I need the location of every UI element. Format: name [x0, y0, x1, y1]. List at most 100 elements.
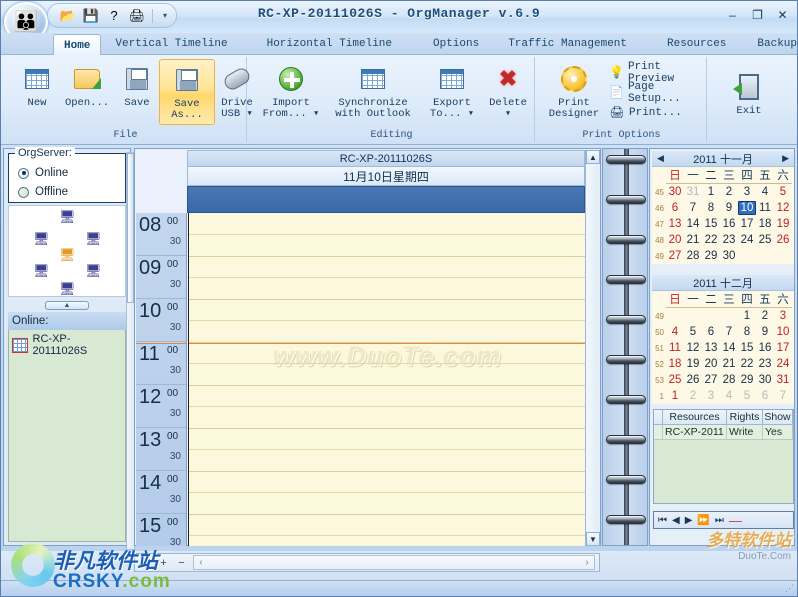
calendar-day[interactable]: 14: [720, 342, 738, 354]
scroll-down-button[interactable]: ▼: [586, 532, 600, 546]
calendar-day[interactable]: 14: [684, 218, 702, 230]
zoom-in-button[interactable]: +: [157, 557, 170, 569]
scrollbar-thumb[interactable]: [127, 153, 134, 303]
tab-horizontal-timeline[interactable]: Horizontal Timeline: [257, 33, 402, 55]
tab-resources[interactable]: Resources: [657, 33, 736, 55]
tab-backup[interactable]: Backup: [747, 33, 797, 55]
column-header-show[interactable]: Show: [763, 410, 793, 425]
calendar-day[interactable]: 22: [738, 358, 756, 370]
horizontal-scrollbar[interactable]: ‹ ›: [193, 555, 595, 570]
next-record-button[interactable]: ▶: [685, 515, 693, 526]
time-slot[interactable]: 09 00 30: [136, 256, 186, 299]
calendar-day[interactable]: 6: [756, 390, 774, 402]
time-slot[interactable]: 08 00 30: [136, 213, 186, 256]
tab-vertical-timeline[interactable]: Vertical Timeline: [105, 33, 237, 55]
calendar-day[interactable]: 29: [702, 250, 720, 262]
zoom-out-button[interactable]: −: [175, 557, 188, 569]
last-record-button[interactable]: ⏭: [715, 515, 724, 526]
synchronize-outlook-button[interactable]: Synchronize with Outlook: [327, 59, 419, 125]
calendar-day[interactable]: 24: [738, 234, 756, 246]
calendar-day[interactable]: 7: [684, 202, 702, 214]
next-month-button[interactable]: ▶: [782, 153, 789, 164]
calendar-day[interactable]: 27: [666, 250, 684, 262]
calendar-day[interactable]: 2: [720, 186, 738, 198]
time-slot[interactable]: 14 00 30: [136, 471, 186, 514]
calendar-day[interactable]: 31: [774, 374, 792, 386]
calendar-day[interactable]: 25: [756, 234, 774, 246]
tab-home[interactable]: Home: [53, 34, 102, 56]
delete-record-button[interactable]: —: [729, 513, 742, 528]
export-to-button[interactable]: Export To... ▾: [421, 59, 483, 125]
all-day-event-band[interactable]: [187, 186, 585, 213]
calendar-day[interactable]: 20: [702, 358, 720, 370]
calendar-day[interactable]: 1: [738, 310, 756, 322]
time-slot[interactable]: 13 00 30: [136, 428, 186, 471]
calendar-day[interactable]: 15: [738, 342, 756, 354]
calendar-day[interactable]: 30: [666, 186, 684, 198]
calendar-day[interactable]: 26: [774, 234, 792, 246]
scroll-left-button[interactable]: ‹: [194, 557, 208, 568]
radio-offline[interactable]: Offline: [18, 186, 68, 198]
open-button[interactable]: Open...: [59, 59, 115, 125]
calendar-day[interactable]: 6: [666, 202, 684, 214]
scroll-right-button[interactable]: ›: [580, 557, 594, 568]
tab-traffic-management[interactable]: Traffic Management: [498, 33, 637, 55]
calendar-day[interactable]: 9: [720, 202, 738, 214]
calendar-day[interactable]: 28: [720, 374, 738, 386]
time-slot[interactable]: 10 00 30: [136, 299, 186, 342]
close-button[interactable]: ✕: [774, 7, 791, 22]
appointment-grid[interactable]: www.DuoTe.com: [188, 213, 585, 546]
calendar-day[interactable]: 23: [720, 234, 738, 246]
calendar-day[interactable]: 16: [720, 218, 738, 230]
calendar-day[interactable]: 10: [738, 201, 756, 215]
calendar-day[interactable]: 17: [774, 342, 792, 354]
forward-record-button[interactable]: ⏩: [697, 515, 709, 526]
exit-button[interactable]: Exit: [721, 67, 777, 133]
resize-grip[interactable]: ⋰: [785, 583, 794, 594]
calendar-day[interactable]: 28: [684, 250, 702, 262]
calendar-day[interactable]: 10: [774, 326, 792, 338]
prev-month-button[interactable]: ◀: [657, 153, 664, 164]
calendar-day[interactable]: 11: [666, 342, 684, 354]
calendar-day[interactable]: 23: [756, 358, 774, 370]
calendar-day[interactable]: 30: [756, 374, 774, 386]
calendar-day[interactable]: 5: [774, 186, 792, 198]
calendar-day[interactable]: 19: [684, 358, 702, 370]
calendar-day[interactable]: 26: [684, 374, 702, 386]
calendar-day[interactable]: 3: [738, 186, 756, 198]
prev-record-button[interactable]: ◀: [672, 515, 680, 526]
calendar-day[interactable]: 7: [720, 326, 738, 338]
calendar-day[interactable]: 12: [684, 342, 702, 354]
calendar-day[interactable]: 30: [720, 250, 738, 262]
calendar-day[interactable]: 4: [666, 326, 684, 338]
calendar-day[interactable]: 4: [720, 390, 738, 402]
goto-end-button[interactable]: ⏭: [139, 556, 152, 569]
calendar-day[interactable]: 11: [756, 202, 774, 214]
print-item[interactable]: 🖨 Print...: [609, 103, 681, 122]
calendar-day[interactable]: 13: [702, 342, 720, 354]
page-setup-item[interactable]: 📄 Page Setup...: [609, 81, 706, 105]
calendar-day[interactable]: 24: [774, 358, 792, 370]
calendar-day[interactable]: 2: [684, 390, 702, 402]
calendar-day[interactable]: 31: [684, 186, 702, 198]
list-item[interactable]: RC-XP-20111026S: [9, 330, 125, 360]
calendar-day[interactable]: 15: [702, 218, 720, 230]
calendar-day[interactable]: 8: [702, 202, 720, 214]
calendar-day[interactable]: 22: [702, 234, 720, 246]
calendar-day[interactable]: 18: [756, 218, 774, 230]
calendar-day[interactable]: 2: [756, 310, 774, 322]
table-row[interactable]: RC-XP-2011 Write Yes: [654, 425, 793, 440]
calendar-day[interactable]: 1: [666, 390, 684, 402]
save-button[interactable]: Save: [109, 59, 165, 125]
print-preview-item[interactable]: 💡 Print Preview: [609, 61, 706, 85]
calendar-day[interactable]: 9: [756, 326, 774, 338]
delete-button[interactable]: ✖ Delete ▾: [483, 59, 533, 125]
row-selector[interactable]: [654, 425, 663, 440]
calendar-day[interactable]: 21: [684, 234, 702, 246]
calendar-day[interactable]: 5: [738, 390, 756, 402]
calendar-day[interactable]: 18: [666, 358, 684, 370]
maximize-button[interactable]: ❐: [749, 7, 766, 22]
calendar-day[interactable]: 29: [738, 374, 756, 386]
column-header-resources[interactable]: Resources: [663, 410, 727, 425]
calendar-day[interactable]: 19: [774, 218, 792, 230]
